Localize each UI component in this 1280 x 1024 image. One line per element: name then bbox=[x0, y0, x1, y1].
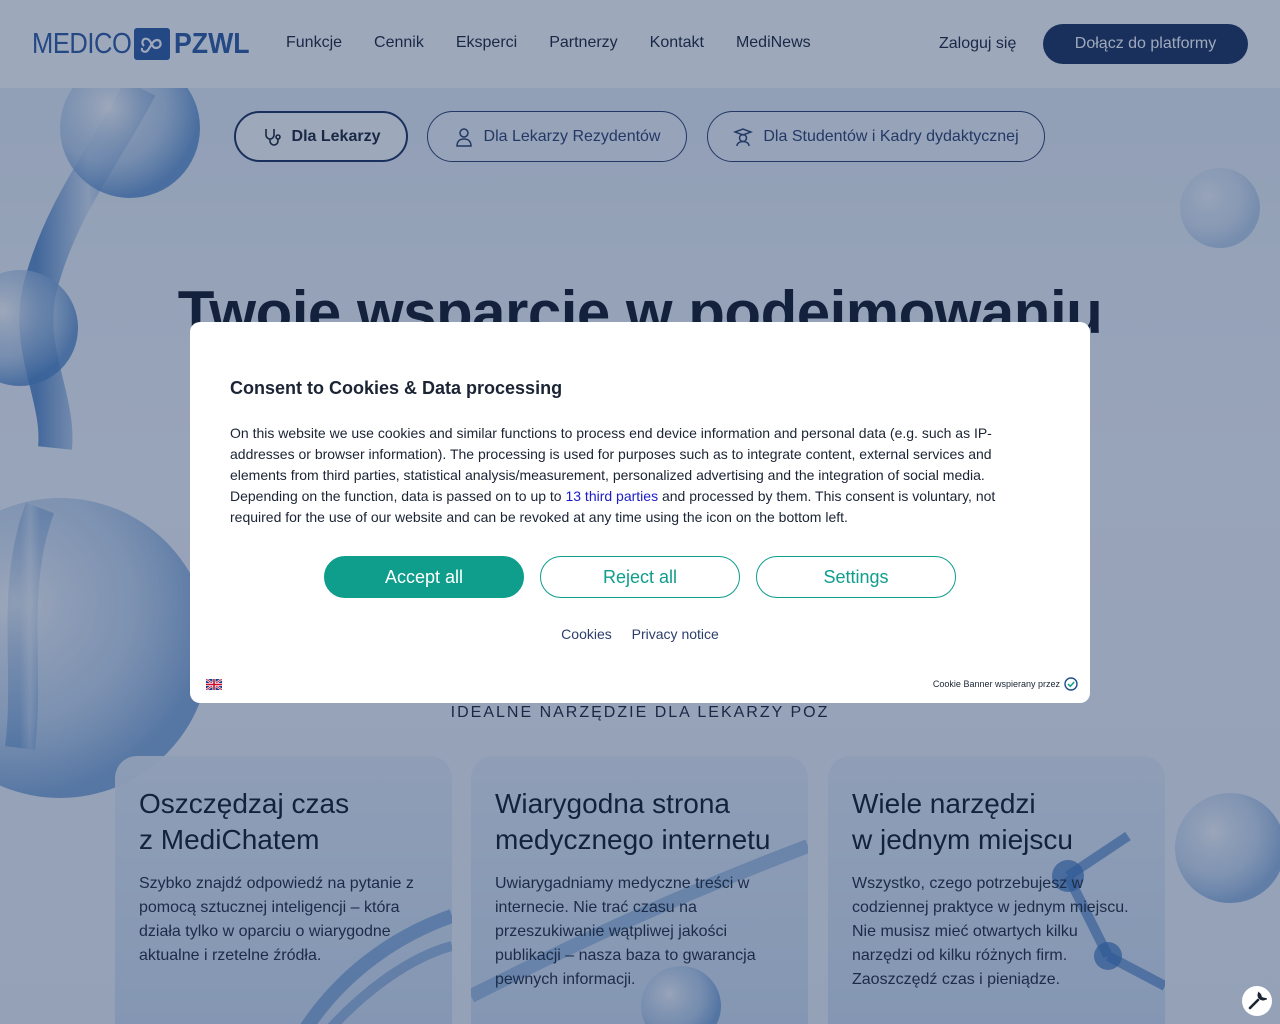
consent-text: On this website we use cookies and simil… bbox=[230, 425, 996, 525]
accessibility-tool-button[interactable] bbox=[1242, 986, 1272, 1016]
reject-all-button[interactable]: Reject all bbox=[540, 556, 740, 598]
wrench-icon bbox=[1248, 991, 1267, 1010]
third-parties-link[interactable]: 13 third parties bbox=[565, 488, 658, 504]
consent-links: Cookies Privacy notice bbox=[190, 626, 1090, 642]
usercentrics-check-icon bbox=[1064, 677, 1078, 691]
cookies-link[interactable]: Cookies bbox=[561, 626, 612, 642]
accept-all-button[interactable]: Accept all bbox=[324, 556, 524, 598]
powered-by-label: Cookie Banner wspierany przez bbox=[932, 679, 1060, 689]
settings-button[interactable]: Settings bbox=[756, 556, 956, 598]
powered-by[interactable]: Cookie Banner wspierany przez bbox=[933, 677, 1078, 691]
consent-title: Consent to Cookies & Data processing bbox=[230, 378, 563, 398]
privacy-notice-link[interactable]: Privacy notice bbox=[632, 626, 719, 642]
uk-flag-icon[interactable] bbox=[206, 679, 222, 690]
cookie-consent-dialog: Consent to Cookies & Data processing On … bbox=[190, 322, 1090, 703]
